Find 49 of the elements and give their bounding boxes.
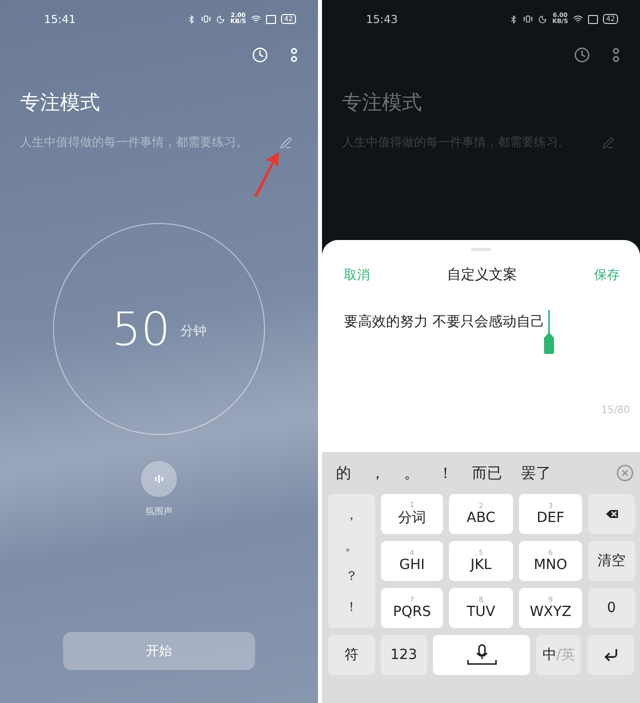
candidate-word[interactable]: 而已	[464, 464, 513, 482]
status-time: 15:41	[44, 12, 76, 26]
more-icon[interactable]	[612, 47, 620, 63]
square-icon	[588, 14, 598, 24]
candidate-word[interactable]: 。	[396, 464, 430, 482]
candidate-word[interactable]: ，	[362, 464, 396, 482]
bluetooth-icon	[187, 14, 196, 24]
vibrate-icon	[201, 14, 212, 24]
candidate-word[interactable]: 罢了	[513, 464, 562, 482]
enter-key[interactable]	[587, 635, 634, 675]
keyboard-key[interactable]: 0	[588, 588, 635, 628]
candidate-word[interactable]: ！	[430, 464, 464, 482]
wifi-icon	[573, 14, 584, 24]
character-counter: 15/80	[601, 404, 631, 416]
close-icon	[616, 464, 634, 482]
page-title: 专注模式	[341, 89, 423, 116]
symbol-key[interactable]: 。	[345, 536, 358, 555]
page-title: 专注模式	[19, 89, 101, 116]
close-candidates-button[interactable]	[616, 464, 634, 482]
square-icon	[266, 14, 276, 24]
number-key[interactable]: 123	[380, 635, 427, 675]
ambient-sound-button[interactable]	[141, 461, 177, 497]
mic-space-icon	[464, 643, 498, 667]
timer-unit: 分钟	[180, 323, 206, 340]
symbol-key[interactable]: ，	[345, 506, 358, 524]
moon-icon	[216, 14, 226, 24]
sound-bars-icon	[154, 474, 164, 484]
symbol-key[interactable]: 符	[328, 635, 375, 675]
text-input-field[interactable]: 要高效的努力 不要只会感动自己	[344, 313, 544, 331]
dialog-title: 自定义文案	[447, 266, 517, 284]
timer-value: 50	[112, 302, 170, 356]
status-time: 15:43	[366, 12, 398, 26]
space-key[interactable]	[432, 635, 530, 675]
wifi-icon	[251, 14, 262, 24]
language-switch-key[interactable]: 中/英	[536, 635, 582, 675]
motto-text: 人生中值得做的每一件事情，都需要练习。	[20, 134, 248, 151]
vibrate-icon	[523, 14, 534, 24]
symbol-key[interactable]: ！	[345, 598, 358, 616]
keyboard-key[interactable]: 清空	[588, 541, 635, 581]
ambient-sound-label: 氛围声	[146, 506, 172, 518]
more-icon[interactable]	[290, 47, 298, 63]
enter-icon	[602, 647, 619, 663]
backspace-key[interactable]	[588, 494, 635, 534]
moon-icon	[538, 14, 548, 24]
symbol-key[interactable]: ？	[345, 567, 358, 586]
bluetooth-icon	[509, 14, 518, 24]
candidate-word[interactable]: 的	[328, 464, 362, 482]
clock-icon[interactable]	[574, 47, 590, 63]
text-cursor-handle[interactable]	[543, 310, 556, 354]
